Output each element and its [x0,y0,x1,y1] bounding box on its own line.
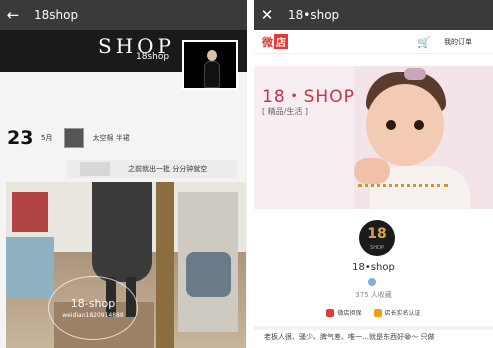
hero-baby-eye-left [386,120,396,130]
watermark-id: weidian1820914888 [62,312,124,319]
weidian-logo-text: 微 [262,35,273,49]
hero-tagline: [ 精品/生活 ] [262,107,309,116]
hero-brand: 18・SHOP [262,87,355,107]
left-page-title: 18shop [34,8,79,22]
my-orders-link[interactable]: 我的订单 [444,37,472,47]
section-divider [254,326,493,330]
hero-baby-face [366,84,444,166]
shop-avatar[interactable]: 18 SHOP [359,220,395,256]
post-title: 太空棉 半裙 [92,134,130,142]
close-icon[interactable]: ✕ [254,0,280,30]
hero-baby-hand [354,158,390,184]
post-day: 23 [7,127,34,149]
post-month: 5月 [41,134,53,142]
photo-clothes [12,192,48,232]
post-thumbnail[interactable] [64,128,85,148]
photo-mirror-frame [156,182,174,348]
verified-owner-icon [373,308,382,317]
post2-thumbnail [80,162,110,176]
photo-bag [186,252,231,297]
weidian-logo-badge: 店 [274,34,288,49]
product-photo[interactable]: 18-shop weidian1820914888 [6,182,246,348]
verified-icon [368,278,376,286]
post2-text: 之前就出一批 分分钟就空 [128,165,208,173]
guarantee-icon [326,308,335,317]
watermark-title: 18-shop [70,297,116,310]
photo-watermark: 18-shop weidian1820914888 [48,276,138,340]
left-screenshot: ← 18shop SHOP 18shop 23 5月 太空棉 半裙 之前就出一批… [0,0,247,348]
hero-baby-eye-right [414,120,424,130]
badge-guarantee-label: 微店担保 [337,310,362,317]
model-head-shape [207,50,217,61]
shop-description: 老板人很、骚少、脾气差、唯一…就是东西好😁～ 只做 [264,333,435,341]
post-entry[interactable]: 23 5月 太空棉 半裙 [7,126,239,150]
badge-guarantee[interactable]: 微店担保 [326,308,362,317]
shop-avatar-label: SHOP [370,245,384,251]
shop-followers: 375 人收藏 [355,291,392,299]
shop-hero-banner[interactable]: 18・SHOP [ 精品/生活 ] [254,66,493,209]
right-screenshot: ✕ 18•shop 微 店 🛒 我的订单 18・SHOP [ 精品/生活 ] 1… [254,0,493,348]
photo-boxes [6,237,54,297]
shop-avatar-number: 18 [367,226,387,242]
cart-icon[interactable]: 🛒 [417,36,431,49]
banner-subtitle: 18shop [136,52,170,62]
hero-baby-bow [404,68,426,80]
right-page-title: 18•shop [288,8,340,22]
hero-baby-beads [358,184,448,187]
post-entry-2[interactable]: 之前就出一批 分分钟就空 [66,160,238,178]
back-arrow-icon[interactable]: ← [0,0,26,30]
shop-badges: 微店担保 店长实名认证 [254,308,493,317]
badge-verified-owner[interactable]: 店长实名认证 [373,308,421,317]
badge-verified-owner-label: 店长实名认证 [384,310,421,317]
right-app-bar: ✕ 18•shop [254,0,493,30]
left-app-bar: ← 18shop [0,0,247,30]
model-avatar[interactable] [182,40,238,90]
weidian-shop-bar: 微 店 🛒 我的订单 [254,30,493,54]
photo-coat [92,182,152,282]
shop-name: 18•shop [352,262,395,273]
model-body-shape [204,61,220,88]
